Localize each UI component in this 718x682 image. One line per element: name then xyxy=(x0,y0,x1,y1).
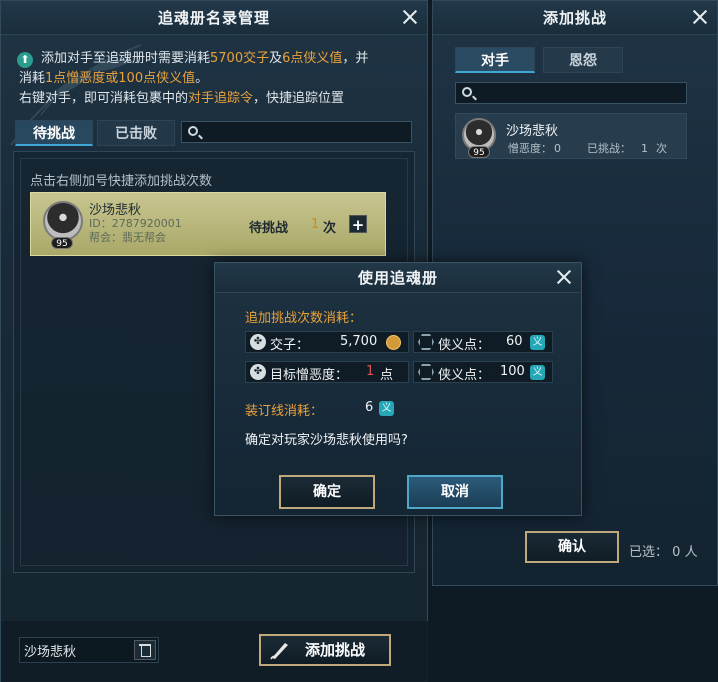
roster-panel-title: 追魂册名录管理 xyxy=(157,9,270,27)
ok-button[interactable]: 确定 xyxy=(279,475,375,509)
diamond-icon: ✤ xyxy=(250,334,266,350)
tab-pending[interactable]: 待挑战 xyxy=(15,120,93,146)
tab-defeated[interactable]: 已击败 xyxy=(97,120,175,146)
add-challenge-close-icon[interactable] xyxy=(689,6,711,28)
info-line-1: 添加对手至追魂册时需要消耗5700交子及6点侠义值，并 xyxy=(19,49,409,69)
opponent-name: 沙场悲秋 xyxy=(506,124,559,139)
info-text: 消耗 xyxy=(19,71,46,86)
add-challenge-label: 添加挑战 xyxy=(304,641,365,659)
hate-unit: 点 xyxy=(380,368,394,383)
opponent-details: ID：2787920001 帮会：翡无帮会 xyxy=(89,217,182,245)
cost-heading: 追加挑战次数消耗： xyxy=(245,311,363,326)
level-badge: 95 xyxy=(51,237,73,249)
tab-opponents[interactable]: 对手 xyxy=(455,47,535,73)
challenge-count-unit: 次 xyxy=(323,221,337,236)
info-highlight: 1点憎恶度或100点侠义值 xyxy=(45,71,196,86)
info-text: 。 xyxy=(195,71,209,86)
add-hint-text: 点击右侧加号快捷添加挑战次数 xyxy=(30,174,213,189)
opponent-card[interactable]: 95 沙场悲秋 憎恶度： 0 已挑战： 1 次 xyxy=(455,113,687,159)
add-challenge-titlebar: 添加挑战 xyxy=(433,1,717,35)
brush-icon xyxy=(270,643,288,660)
roster-titlebar: 追魂册名录管理 xyxy=(1,1,427,35)
honor-value: 60 xyxy=(506,334,523,349)
tab-grudges[interactable]: 恩怨 xyxy=(543,47,623,73)
selected-value: 0 xyxy=(672,545,681,560)
use-roster-dialog: 使用追魂册 追加挑战次数消耗： ✤ 交子： 5,700 侠义点： 60 义 ✤ … xyxy=(214,262,582,516)
info-text-block: ⬆ 添加对手至追魂册时需要消耗5700交子及6点侠义值，并 消耗1点憎恶度或10… xyxy=(17,49,409,109)
selected-count: 已选： 0 人 xyxy=(629,541,698,560)
info-text: 及 xyxy=(269,51,283,66)
info-text: 右键对手，即可消耗包裹中的 xyxy=(19,91,189,106)
add-challenge-tabs: 对手 恩怨 xyxy=(455,47,623,73)
info-arrow-icon: ⬆ xyxy=(17,52,33,68)
cost-row-honor-1: 侠义点： 60 义 xyxy=(413,331,553,353)
roster-tabs: 待挑战 已击败 xyxy=(15,120,175,146)
hate-label: 憎恶度： xyxy=(508,142,552,155)
trash-icon[interactable] xyxy=(134,640,156,660)
status-badge: 待挑战 xyxy=(249,221,289,236)
challenged-unit: 次 xyxy=(656,142,667,155)
opponent-guild: 帮会：翡无帮会 xyxy=(89,231,166,244)
selected-label: 已选： xyxy=(629,545,669,560)
roster-close-icon[interactable] xyxy=(399,6,421,28)
info-text: ，快捷追踪位置 xyxy=(253,91,345,106)
hexagon-icon xyxy=(418,334,434,350)
challenged-label: 已挑战： xyxy=(587,142,631,155)
currency-label: 交子： xyxy=(270,338,310,353)
info-line-3: 右键对手，即可消耗包裹中的对手追踪令，快捷追踪位置 xyxy=(19,89,409,109)
add-count-button[interactable]: + xyxy=(349,215,367,234)
coin-icon xyxy=(386,335,401,350)
search-icon xyxy=(462,87,472,97)
confirm-button[interactable]: 确认 xyxy=(525,531,619,563)
roster-search-input[interactable] xyxy=(204,122,404,142)
info-highlight: 6点侠义值 xyxy=(282,51,343,66)
roster-search-box[interactable] xyxy=(181,121,412,143)
dialog-title: 使用追魂册 xyxy=(357,269,438,287)
hate-value: 0 xyxy=(554,142,561,155)
opponent-name: 沙场悲秋 xyxy=(89,203,142,218)
binding-cost-label: 装订线消耗： xyxy=(245,404,324,419)
opponent-search-box[interactable] xyxy=(455,82,687,104)
opponent-meta: 憎恶度： 0 已挑战： 1 次 xyxy=(508,140,669,156)
confirm-question: 确定对玩家沙场悲秋使用吗? xyxy=(245,433,408,448)
info-highlight: 对手追踪令 xyxy=(188,91,254,106)
avatar xyxy=(43,201,83,241)
honor-label: 侠义点： xyxy=(438,368,491,383)
honor-value: 100 xyxy=(500,364,525,379)
cancel-button[interactable]: 取消 xyxy=(407,475,503,509)
hate-value: 1 xyxy=(366,364,375,379)
cost-row-honor-2: 侠义点： 100 义 xyxy=(413,361,553,383)
level-badge: 95 xyxy=(468,146,490,158)
add-challenge-button[interactable]: 添加挑战 xyxy=(259,634,391,666)
opponent-name-input[interactable] xyxy=(24,641,132,659)
info-line-2: 消耗1点憎恶度或100点侠义值。 xyxy=(19,69,409,89)
name-field[interactable] xyxy=(19,637,159,663)
challenged-value: 1 xyxy=(641,142,648,155)
selected-unit: 人 xyxy=(684,545,698,560)
opponent-id: ID：2787920001 xyxy=(89,217,182,230)
dialog-titlebar: 使用追魂册 xyxy=(215,263,581,293)
search-icon xyxy=(188,126,198,136)
honor-label: 侠义点： xyxy=(438,338,491,353)
binding-cost-value: 6 xyxy=(365,400,374,415)
diamond-icon: ✤ xyxy=(250,364,266,380)
info-highlight: 5700交子 xyxy=(210,51,270,66)
add-challenge-title: 添加挑战 xyxy=(542,9,607,27)
honor-icon: 义 xyxy=(379,401,394,416)
info-text: ，并 xyxy=(342,51,369,66)
hexagon-icon xyxy=(418,364,434,380)
honor-icon: 义 xyxy=(530,365,545,380)
dialog-close-icon[interactable] xyxy=(553,266,575,288)
list-item[interactable]: 95 沙场悲秋 ID：2787920001 帮会：翡无帮会 待挑战 1 次 + xyxy=(30,192,386,256)
cost-row-currency: ✤ 交子： 5,700 xyxy=(245,331,409,353)
info-text: 添加对手至追魂册时需要消耗 xyxy=(41,51,211,66)
cost-row-hate: ✤ 目标憎恶度： 1 点 xyxy=(245,361,409,383)
hate-label: 目标憎恶度： xyxy=(270,368,349,383)
challenge-count: 1 xyxy=(311,217,320,232)
honor-icon: 义 xyxy=(530,335,545,350)
currency-value: 5,700 xyxy=(340,334,378,349)
